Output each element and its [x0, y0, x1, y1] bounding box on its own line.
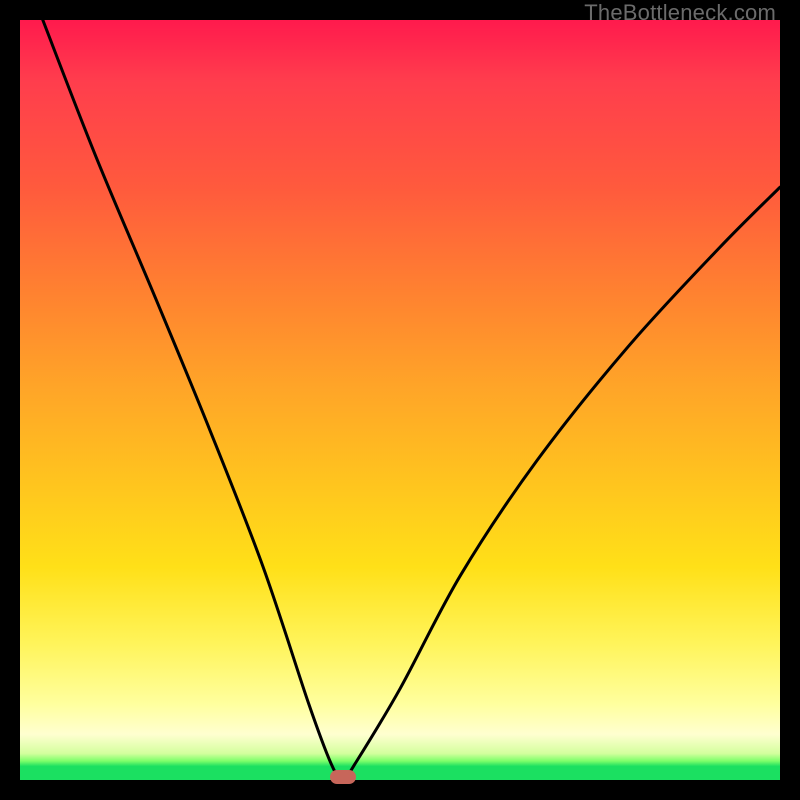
plot-area [20, 20, 780, 780]
optimal-marker [330, 770, 356, 784]
bottleneck-curve [20, 20, 780, 780]
chart-frame: TheBottleneck.com [0, 0, 800, 800]
